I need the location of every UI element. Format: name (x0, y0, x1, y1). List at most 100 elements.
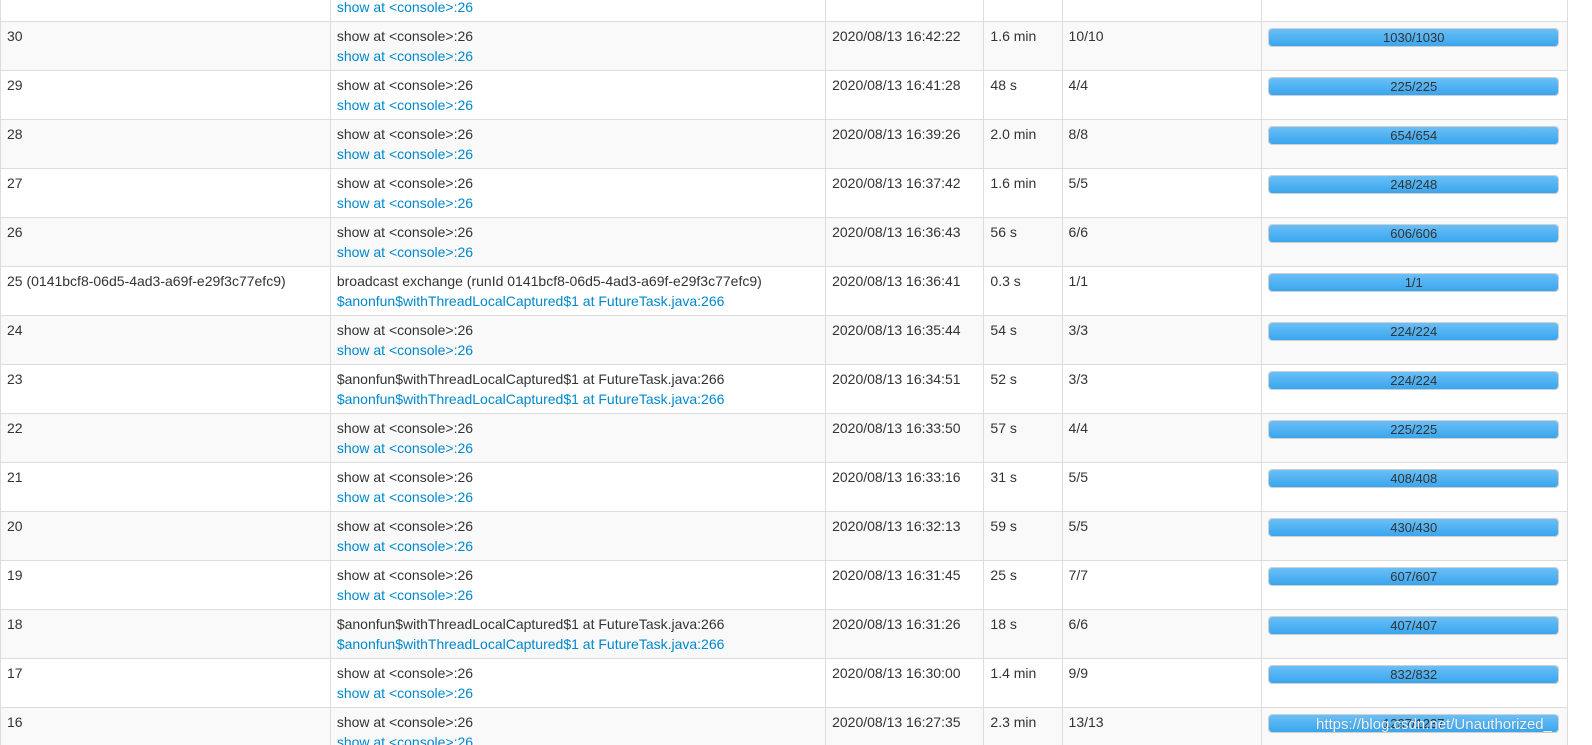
description-cell: $anonfun$withThreadLocalCaptured$1 at Fu… (329, 609, 827, 659)
tasks-progress-label: 408/408 (1390, 471, 1438, 486)
submitted-cell: 2020/08/13 16:33:50 (825, 413, 985, 463)
job-description-link[interactable]: show at <console>:26 (337, 585, 819, 605)
table-row: 27 show at <console>:26 show at <console>:… (0, 168, 1568, 218)
job-description-link[interactable]: show at <console>:26 (337, 732, 819, 745)
table-row-partial: show at <console>:26 (0, 0, 1568, 22)
watermark-text: https://blog.csdn.net/Unauthorized_ (1316, 716, 1552, 733)
tasks-cell: 606/606 (1261, 217, 1568, 267)
job-id-cell: 17 (0, 658, 331, 708)
tasks-cell: 225/225 (1261, 70, 1568, 120)
submitted-cell: 2020/08/13 16:33:16 (825, 462, 985, 512)
tasks-cell: 832/832 (1261, 658, 1568, 708)
job-id-cell: 24 (0, 315, 331, 365)
job-description-text: show at <console>:26 (336, 420, 474, 436)
description-cell: show at <console>:26 show at <console>:26 (329, 119, 827, 169)
duration-cell: 2.0 min (983, 119, 1063, 169)
job-description-text: $anonfun$withThreadLocalCaptured$1 at Fu… (336, 616, 725, 632)
tasks-progress-label: 430/430 (1390, 520, 1438, 535)
description-cell: show at <console>:26 show at <console>:26 (329, 413, 827, 463)
job-description-text: show at <console>:26 (336, 322, 474, 338)
description-cell: show at <console>:26 show at <console>:26 (329, 707, 827, 745)
tasks-progress-bar: 832/832 (1268, 665, 1559, 684)
tasks-progress-bar: 606/606 (1268, 224, 1559, 243)
stages-cell: 1/1 (1061, 266, 1263, 316)
tasks-cell: 224/224 (1261, 364, 1568, 414)
submitted-cell: 2020/08/13 16:41:28 (825, 70, 985, 120)
tasks-progress-bar: 1/1 (1268, 273, 1559, 292)
job-description-text: show at <console>:26 (336, 28, 474, 44)
stages-cell: 3/3 (1061, 364, 1263, 414)
table-row: 28 show at <console>:26 show at <console>:… (0, 119, 1568, 169)
job-id-cell: 16 (0, 707, 331, 745)
duration-cell: 2.3 min (983, 707, 1063, 745)
job-description-link[interactable]: show at <console>:26 (337, 536, 819, 556)
job-description-link[interactable]: show at <console>:26 (337, 0, 819, 17)
tasks-progress-bar: 224/224 (1268, 371, 1559, 390)
job-id-cell: 19 (0, 560, 331, 610)
tasks-progress-label: 224/224 (1390, 373, 1438, 388)
table-row: 26 show at <console>:26 show at <console>:… (0, 217, 1568, 267)
description-cell: show at <console>:26 show at <console>:26 (329, 217, 827, 267)
job-description-text: show at <console>:26 (336, 77, 474, 93)
stages-cell: 10/10 (1061, 21, 1263, 71)
job-description-link[interactable]: show at <console>:26 (337, 340, 819, 360)
description-cell: show at <console>:26 show at <console>:26 (329, 560, 827, 610)
tasks-cell: 248/248 (1261, 168, 1568, 218)
submitted-cell: 2020/08/13 16:39:26 (825, 119, 985, 169)
job-description-link[interactable]: show at <console>:26 (337, 438, 819, 458)
stages-cell: 8/8 (1061, 119, 1263, 169)
description-cell: broadcast exchange (runId 0141bcf8-06d5-… (329, 266, 827, 316)
job-description-link[interactable]: show at <console>:26 (337, 242, 819, 262)
tasks-progress-label: 606/606 (1390, 226, 1438, 241)
tasks-progress-bar: 654/654 (1268, 126, 1559, 145)
job-description-link[interactable]: $anonfun$withThreadLocalCaptured$1 at Fu… (337, 389, 819, 409)
description-cell: $anonfun$withThreadLocalCaptured$1 at Fu… (329, 364, 827, 414)
tasks-cell: 407/407 (1261, 609, 1568, 659)
duration-cell: 31 s (983, 462, 1063, 512)
duration-cell: 1.6 min (983, 21, 1063, 71)
duration-cell: 52 s (983, 364, 1063, 414)
job-id-cell: 28 (0, 119, 331, 169)
job-description-text: show at <console>:26 (336, 518, 474, 534)
submitted-cell: 2020/08/13 16:36:43 (825, 217, 985, 267)
job-description-text: show at <console>:26 (336, 469, 474, 485)
submitted-cell (825, 0, 985, 22)
tasks-progress-label: 654/654 (1390, 128, 1438, 143)
stages-cell: 5/5 (1061, 168, 1263, 218)
page-scrollbar-track[interactable] (1568, 0, 1592, 745)
job-description-link[interactable]: show at <console>:26 (337, 683, 819, 703)
table-row: 19 show at <console>:26 show at <console>:… (0, 560, 1568, 610)
job-id-cell: 20 (0, 511, 331, 561)
submitted-cell: 2020/08/13 16:42:22 (825, 21, 985, 71)
duration-cell: 0.3 s (983, 266, 1063, 316)
job-description-link[interactable]: $anonfun$withThreadLocalCaptured$1 at Fu… (337, 291, 819, 311)
description-cell: show at <console>:26 show at <console>:26 (329, 462, 827, 512)
job-description-link[interactable]: $anonfun$withThreadLocalCaptured$1 at Fu… (337, 634, 819, 654)
tasks-cell: 654/654 (1261, 119, 1568, 169)
jobs-table-body: show at <console>:26 30 show at <console>… (0, 0, 1568, 745)
job-description-link[interactable]: show at <console>:26 (337, 95, 819, 115)
description-cell: show at <console>:26 show at <console>:26 (329, 315, 827, 365)
job-description-link[interactable]: show at <console>:26 (337, 487, 819, 507)
job-id-cell: 29 (0, 70, 331, 120)
tasks-progress-bar: 1030/1030 (1268, 28, 1559, 47)
table-row: 21 show at <console>:26 show at <console>:… (0, 462, 1568, 512)
tasks-cell: 430/430 (1261, 511, 1568, 561)
job-description-link[interactable]: show at <console>:26 (337, 193, 819, 213)
tasks-cell: 1/1 (1261, 266, 1568, 316)
stages-cell: 5/5 (1061, 462, 1263, 512)
job-id-cell: 22 (0, 413, 331, 463)
tasks-progress-bar: 430/430 (1268, 518, 1559, 537)
job-description-link[interactable]: show at <console>:26 (337, 144, 819, 164)
tasks-cell (1261, 0, 1568, 22)
description-cell: show at <console>:26 show at <console>:26 (329, 21, 827, 71)
tasks-progress-bar: 248/248 (1268, 175, 1559, 194)
job-description-text: show at <console>:26 (336, 714, 474, 730)
stages-cell: 9/9 (1061, 658, 1263, 708)
tasks-progress-bar: 407/407 (1268, 616, 1559, 635)
table-row: 20 show at <console>:26 show at <console>:… (0, 511, 1568, 561)
duration-cell (983, 0, 1063, 22)
job-id-cell: 25 (0141bcf8-06d5-4ad3-a69f-e29f3c77efc9… (0, 266, 331, 316)
submitted-cell: 2020/08/13 16:31:45 (825, 560, 985, 610)
job-description-link[interactable]: show at <console>:26 (337, 46, 819, 66)
